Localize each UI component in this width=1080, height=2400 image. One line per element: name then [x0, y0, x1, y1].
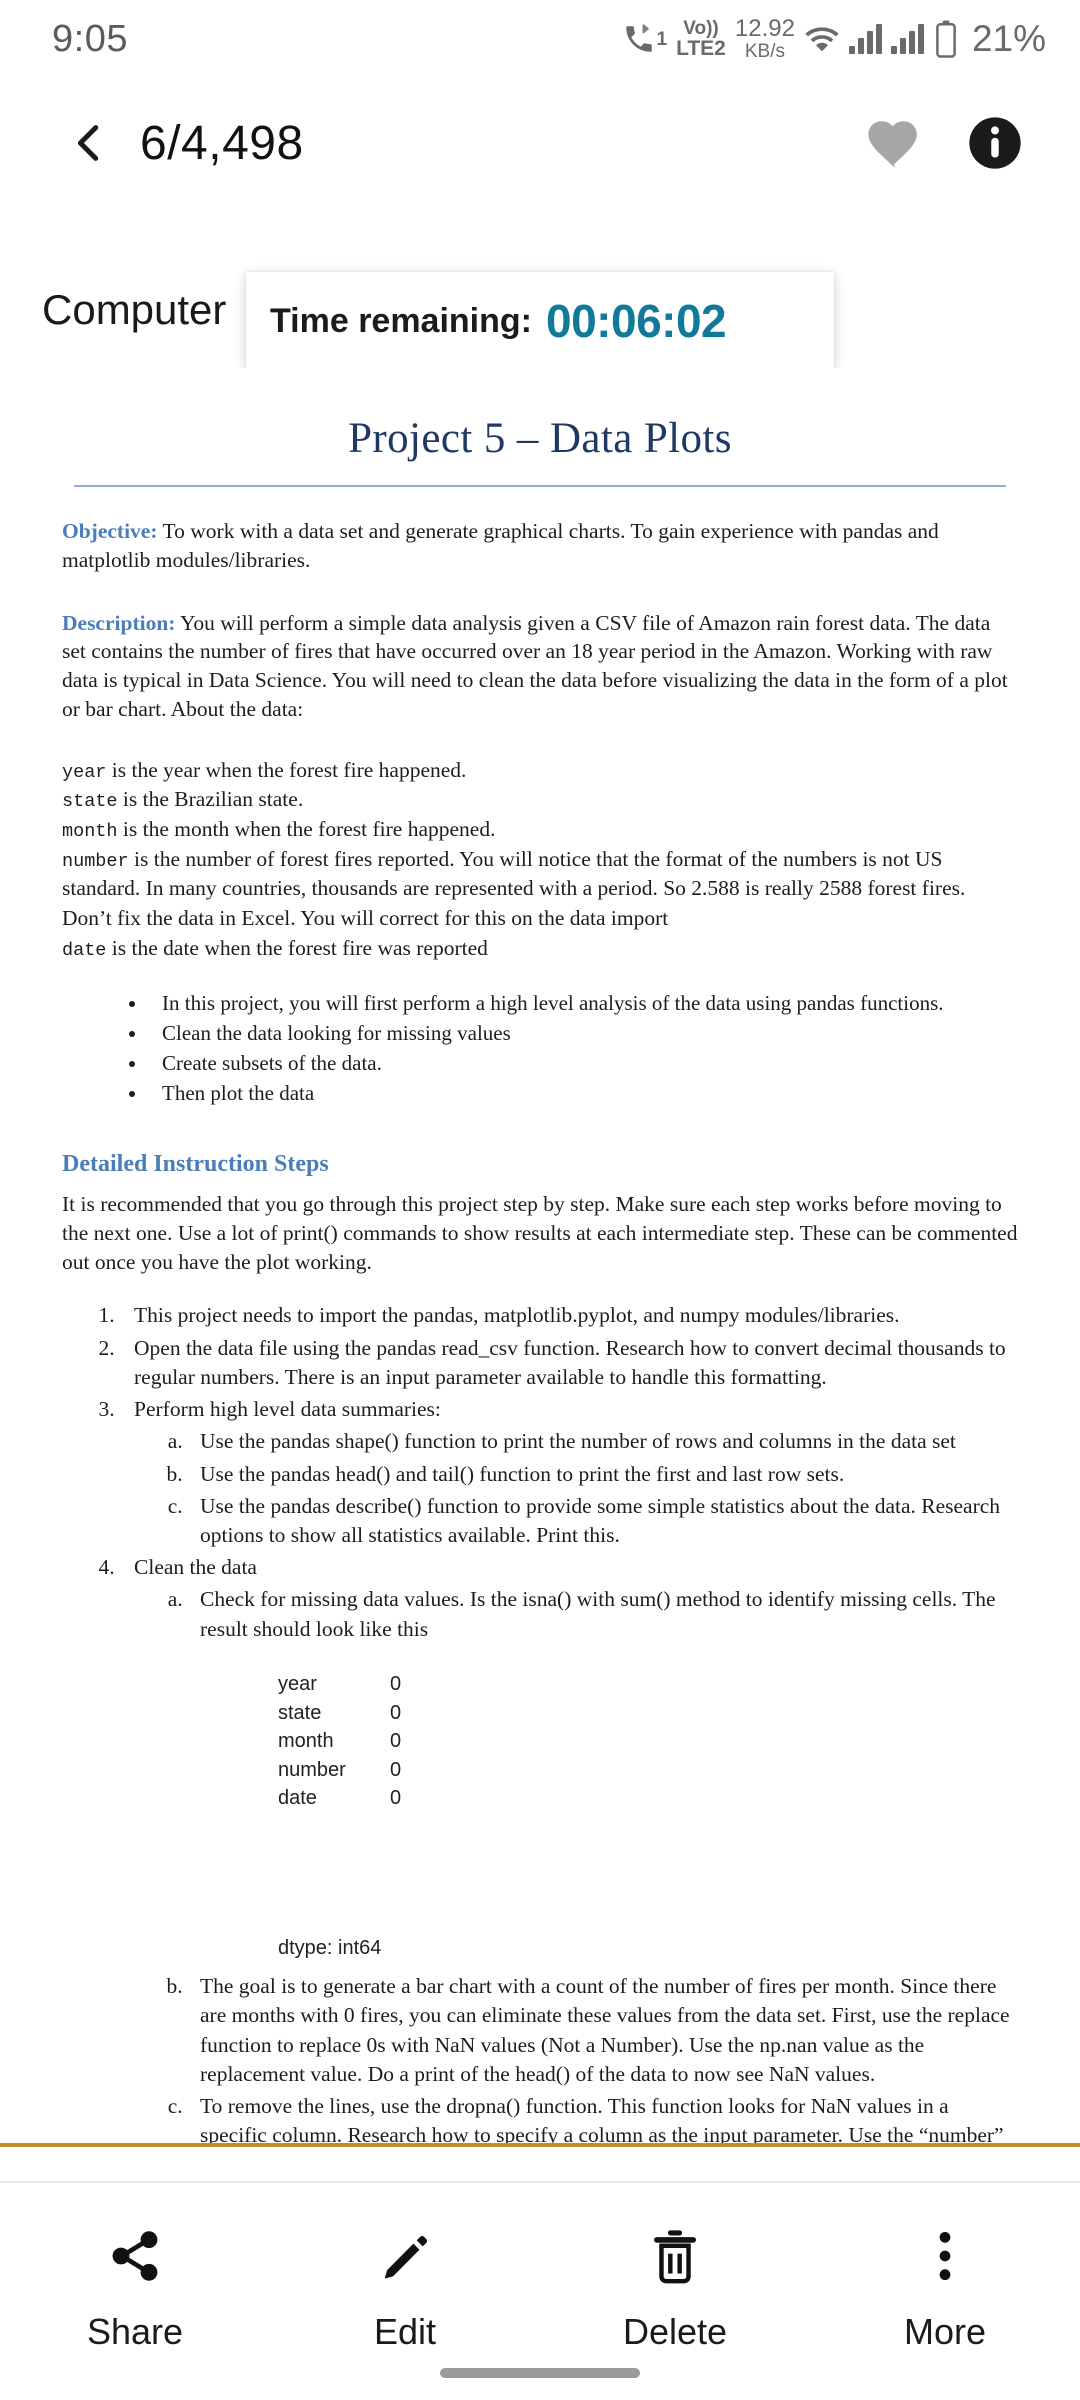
- wifi-icon: [804, 23, 840, 55]
- time-remaining-value: 00:06:02: [546, 295, 727, 347]
- table-row: date 0: [278, 1787, 402, 1810]
- description-text: You will perform a simple data analysis …: [62, 610, 1008, 721]
- table-row: number 0: [278, 1758, 402, 1781]
- status-bar: 9:05 1 Vo)) LTE2 12.92 KB/s 21%: [0, 0, 1080, 78]
- dtype-line: dtype: int64: [278, 1936, 382, 1959]
- list-item: The goal is to generate a bar chart with…: [188, 1972, 1018, 2089]
- field-definitions: year is the year when the forest fire ha…: [62, 756, 1018, 964]
- edit-button[interactable]: Edit: [270, 2223, 540, 2353]
- field-def-year: year is the year when the forest fire ha…: [62, 757, 467, 783]
- table-row: year 0: [278, 1672, 402, 1695]
- table-row: state 0: [278, 1701, 402, 1724]
- list-item: Clean the data looking for missing value…: [148, 1019, 1018, 1049]
- pencil-icon: [377, 2223, 433, 2289]
- back-button[interactable]: [58, 111, 122, 175]
- trash-icon: [649, 2223, 701, 2289]
- step3-text: Perform high level data summaries:: [134, 1397, 441, 1422]
- field-def-number: number is the number of forest fires rep…: [62, 846, 966, 931]
- call-badge: 1: [656, 29, 668, 51]
- step3-sublist: Use the pandas shape() function to print…: [188, 1427, 1018, 1550]
- bottom-item-label: More: [903, 2311, 987, 2352]
- field-def-month: month is the month when the forest fire …: [62, 817, 496, 843]
- more-button[interactable]: More: [810, 2223, 1080, 2353]
- info-icon: [969, 117, 1021, 169]
- chevron-left-icon: [77, 125, 99, 161]
- heart-icon: [868, 121, 917, 168]
- list-item: In this project, you will first perform …: [148, 989, 1018, 1019]
- steps-intro-text: It is recommended that you go through th…: [62, 1191, 1018, 1275]
- objective-text: To work with a data set and generate gra…: [62, 519, 939, 572]
- system-navigation-pill[interactable]: [440, 2368, 640, 2378]
- bottom-item-label: Share: [86, 2311, 184, 2352]
- battery-percent-label: 21%: [971, 18, 1046, 59]
- isna-output-block: year 0 state 0 month 0 number 0 date 0: [278, 1670, 1018, 1813]
- bottom-item-label: Edit: [373, 2311, 437, 2352]
- page-counter: 6/4,498: [140, 116, 304, 170]
- signal-sim1-icon: [848, 24, 882, 54]
- list-item: Use the pandas shape() function to print…: [188, 1427, 1018, 1456]
- document-title: Project 5 – Data Plots: [348, 415, 732, 462]
- list-item: Create subsets of the data.: [148, 1049, 1018, 1079]
- app-header: 6/4,498: [0, 78, 1080, 208]
- list-item: Open the data file using the pandas read…: [120, 1334, 1018, 1392]
- share-button[interactable]: Share: [0, 2223, 270, 2353]
- field-def-date: date is the date when the forest fire wa…: [62, 935, 488, 961]
- list-item: To remove the lines, use the dropna() fu…: [188, 2092, 1018, 2143]
- section-heading-detailed-steps: Detailed Instruction Steps: [62, 1150, 329, 1177]
- time-remaining-label: Time remaining:: [270, 301, 532, 340]
- list-item: Perform high level data summaries: Use t…: [120, 1395, 1018, 1550]
- table-row: month 0: [278, 1730, 402, 1753]
- document-viewer[interactable]: Project 5 – Data Plots Objective: To wor…: [0, 368, 1080, 2143]
- step4-text: Clean the data: [134, 1555, 257, 1580]
- objective-block: Objective: To work with a data set and g…: [62, 517, 1018, 575]
- list-item: Check for missing data values. Is the is…: [188, 1585, 1018, 1962]
- list-item: This project needs to import the pandas,…: [120, 1301, 1018, 1330]
- overview-bullet-list: In this project, you will first perform …: [148, 989, 1018, 1108]
- field-def-state: state is the Brazilian state.: [62, 787, 304, 813]
- title-divider: [74, 485, 1006, 487]
- list-item: Use the pandas describe() function to pr…: [188, 1492, 1018, 1550]
- network-speed-indicator: 12.92 KB/s: [734, 15, 795, 62]
- file-name-label: Computer: [42, 286, 227, 333]
- document-page: Project 5 – Data Plots Objective: To wor…: [0, 368, 1080, 2143]
- description-label: Description:: [62, 610, 176, 635]
- status-clock: 9:05: [52, 17, 128, 60]
- info-button[interactable]: [956, 104, 1034, 182]
- delete-button[interactable]: Delete: [540, 2223, 810, 2353]
- instruction-steps-list: This project needs to import the pandas,…: [120, 1301, 1018, 2143]
- call-forward-icon: [622, 22, 656, 56]
- volte-icon: Vo)) LTE2: [676, 17, 726, 60]
- document-bottom-rule: [0, 2143, 1080, 2147]
- bottom-item-label: Delete: [622, 2311, 728, 2352]
- time-remaining-card: Time remaining: 00:06:02: [246, 272, 834, 370]
- signal-sim2-icon: [890, 24, 924, 54]
- description-block: Description: You will perform a simple d…: [62, 609, 1018, 724]
- step4-sublist: Check for missing data values. Is the is…: [188, 1585, 1018, 2143]
- step4a-text: Check for missing data values. Is the is…: [200, 1587, 996, 1641]
- more-vertical-icon: [925, 2223, 965, 2289]
- list-item: Then plot the data: [148, 1079, 1018, 1109]
- battery-icon: [933, 19, 959, 59]
- favorite-button[interactable]: [856, 104, 934, 182]
- status-icons: 1 Vo)) LTE2 12.92 KB/s 21%: [622, 15, 1046, 62]
- share-icon: [107, 2223, 163, 2289]
- list-item: Use the pandas head() and tail() functio…: [188, 1460, 1018, 1489]
- list-item: Clean the data Check for missing data va…: [120, 1553, 1018, 2143]
- objective-label: Objective:: [62, 519, 158, 543]
